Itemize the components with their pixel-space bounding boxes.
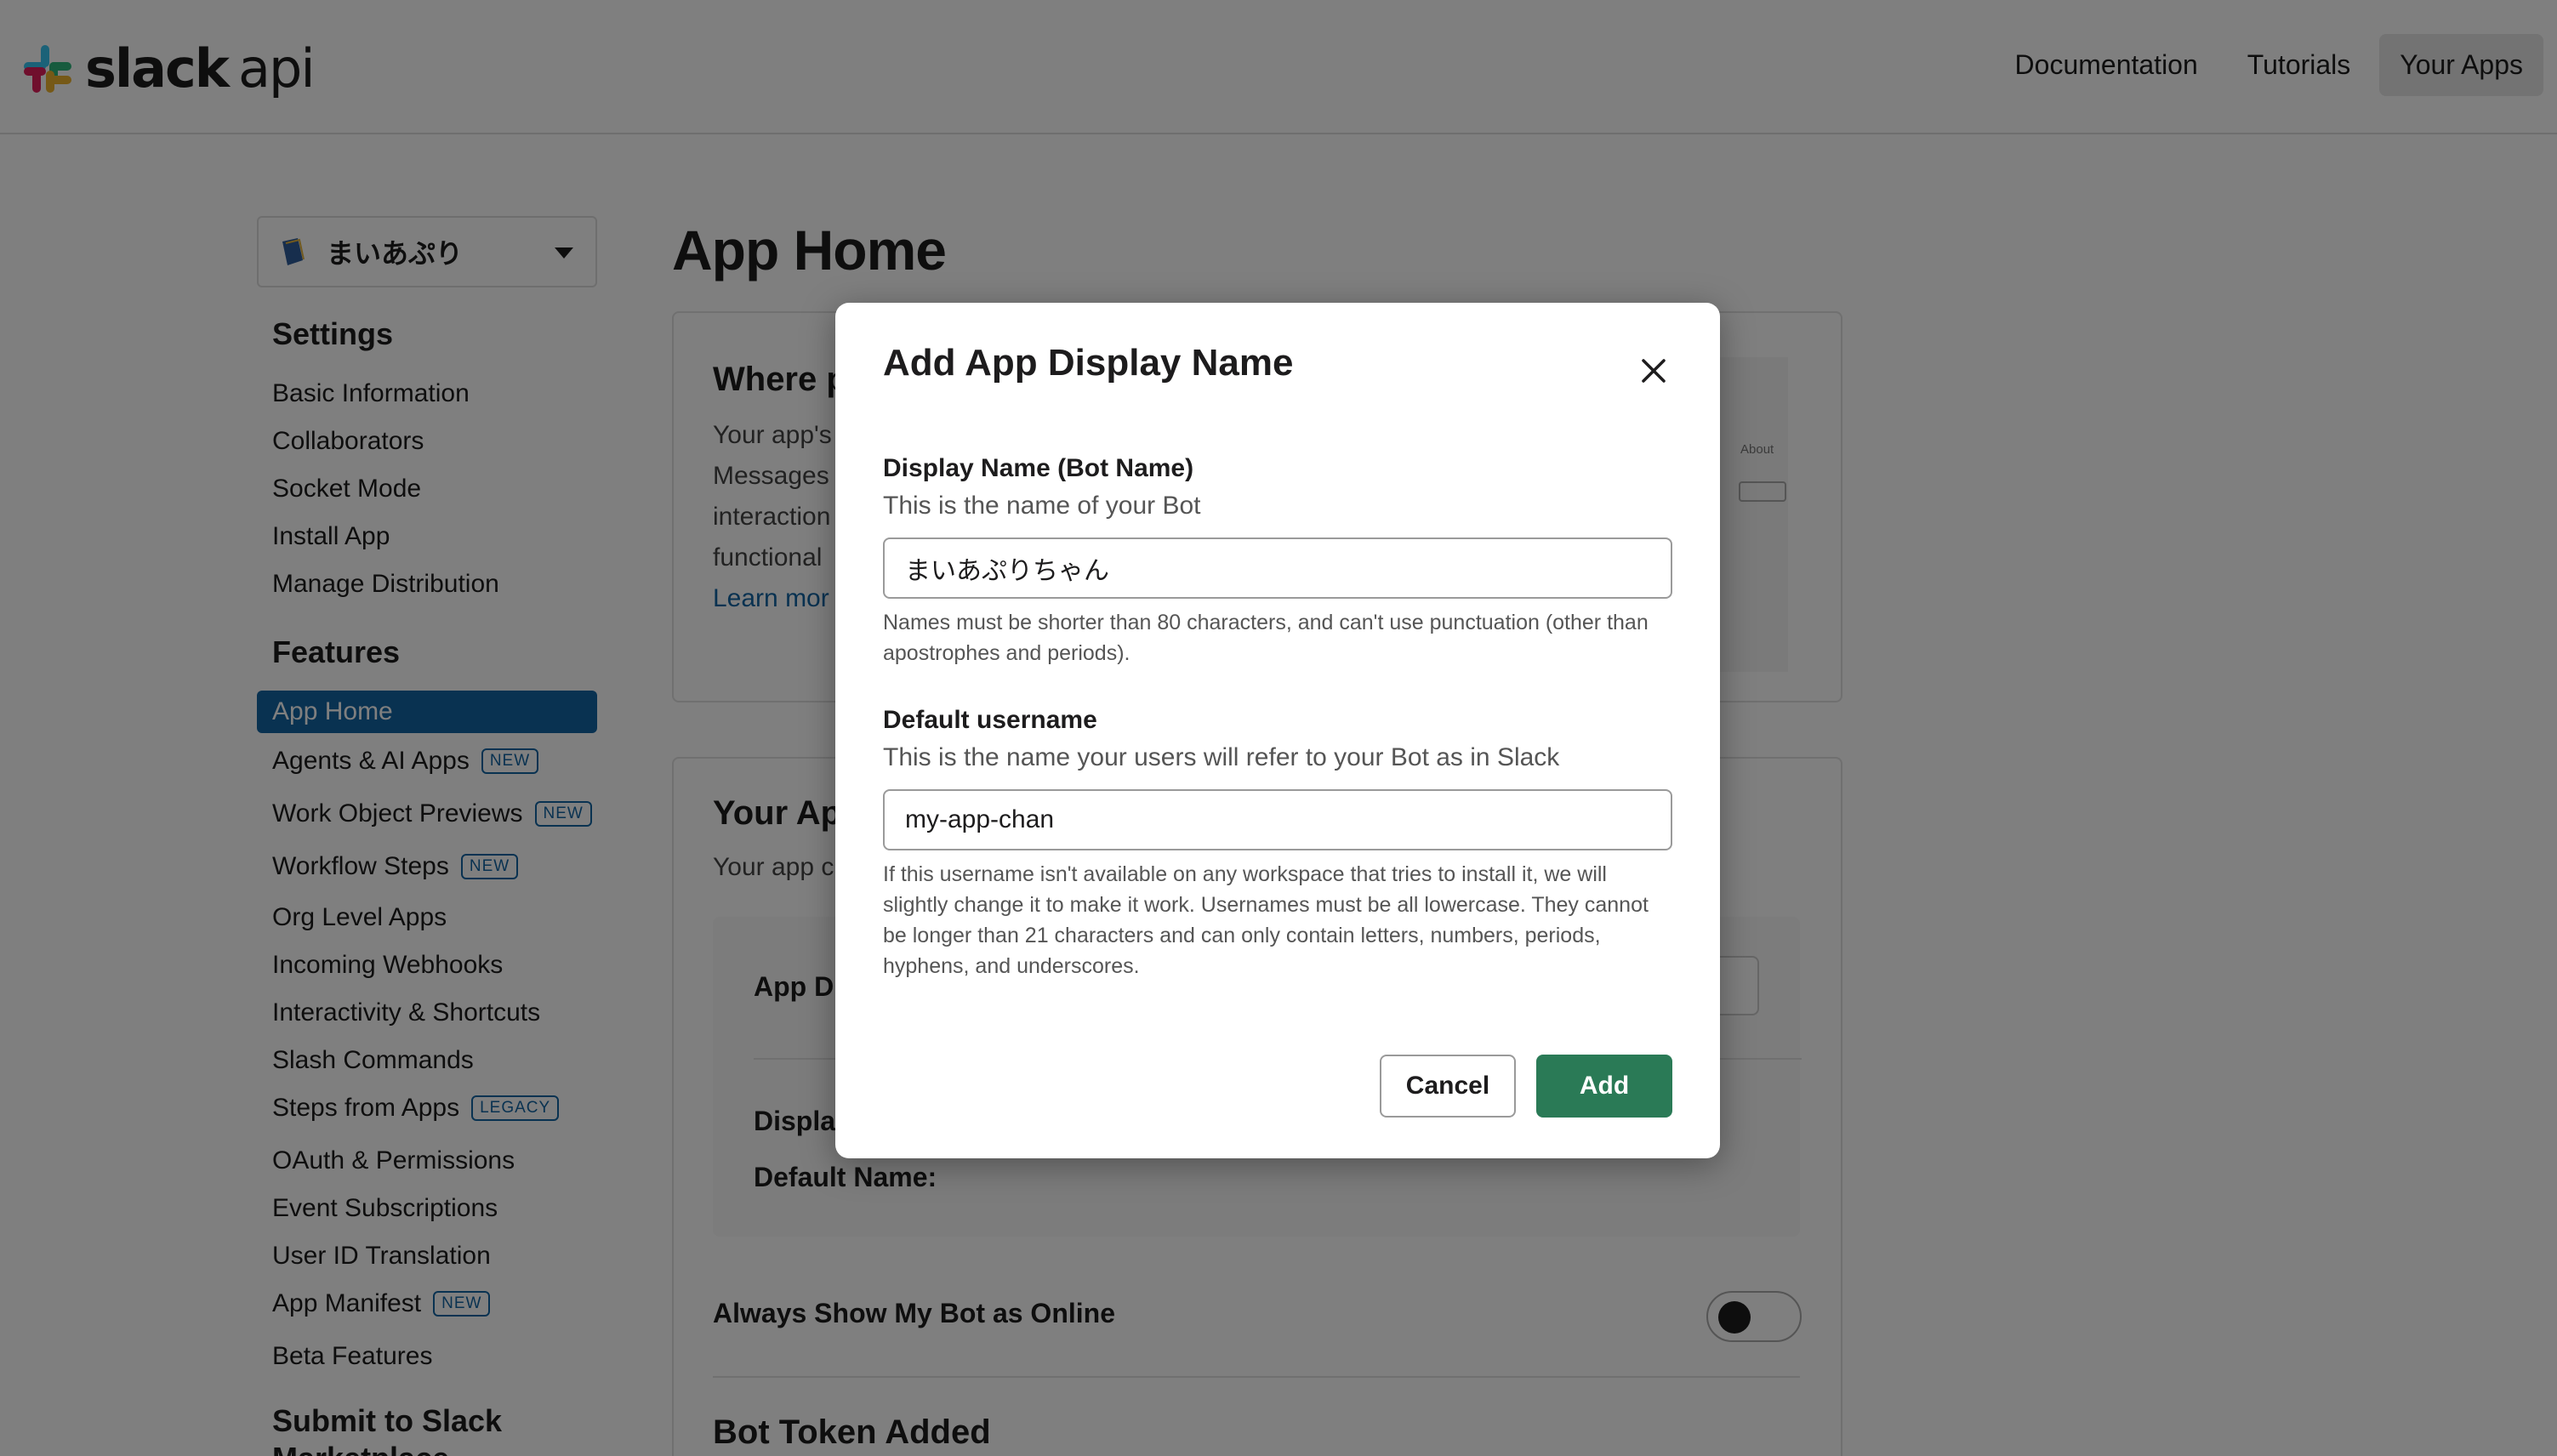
default-username-sub: This is the name your users will refer t… (883, 743, 1560, 771)
add-display-name-modal: Add App Display Name Display Name (Bot N… (835, 303, 1720, 1158)
display-name-help: Names must be shorter than 80 characters… (883, 611, 1649, 665)
add-button[interactable]: Add (1536, 1055, 1672, 1118)
display-name-label: Display Name (Bot Name) (883, 454, 1194, 482)
cancel-button[interactable]: Cancel (1380, 1055, 1516, 1118)
default-username-label: Default username (883, 706, 1097, 734)
default-username-help: If this username isn't available on any … (883, 862, 1649, 978)
close-icon[interactable] (1633, 350, 1674, 391)
display-name-sub: This is the name of your Bot (883, 492, 1201, 520)
display-name-input[interactable] (883, 537, 1672, 599)
modal-title: Add App Display Name (883, 342, 1294, 384)
default-username-input[interactable] (883, 789, 1672, 850)
